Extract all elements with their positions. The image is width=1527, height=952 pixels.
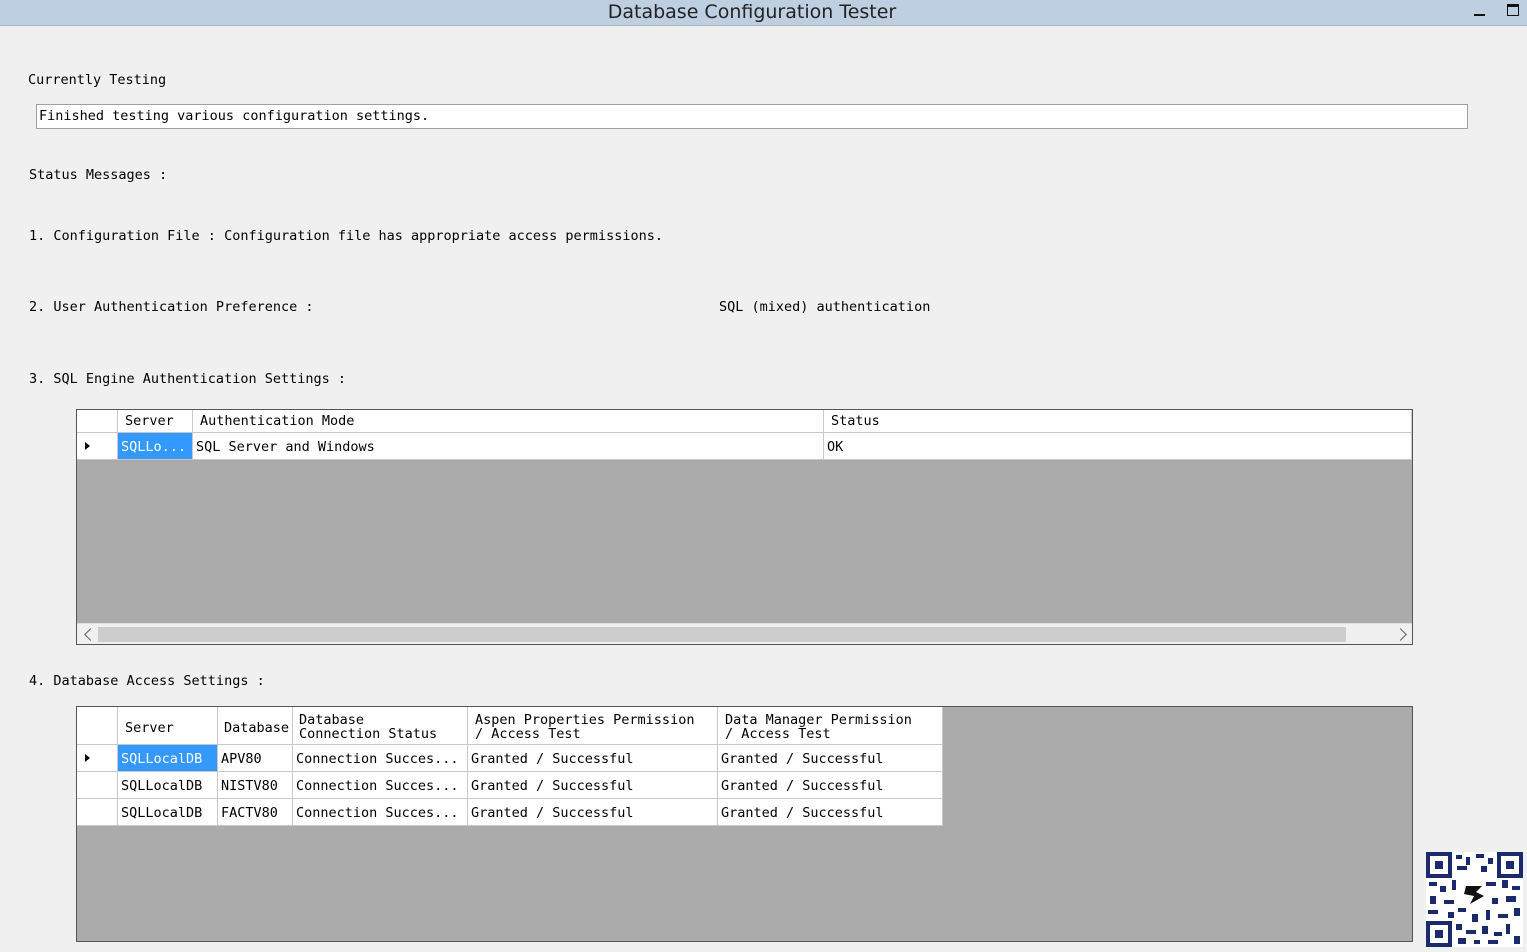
scroll-right-icon[interactable] (1394, 628, 1407, 641)
currently-testing-value: Finished testing various configuration s… (39, 108, 430, 124)
sql-engine-grid[interactable]: Server Authentication Mode Status SQLLo.… (76, 409, 1413, 645)
column-header-authentication-mode[interactable]: Authentication Mode (193, 410, 824, 433)
table-cell-connection-status[interactable]: Connection Succes... (293, 799, 468, 826)
table-cell-aspen-permission[interactable]: Granted / Successful (468, 745, 718, 772)
title-bar[interactable]: Database Configuration Tester (0, 0, 1527, 26)
table-cell-status[interactable]: OK (824, 433, 1412, 460)
table-cell-aspen-permission[interactable]: Granted / Successful (468, 799, 718, 826)
table-cell-database[interactable]: APV80 (218, 745, 293, 772)
current-row-arrow-icon (85, 754, 90, 762)
table-cell-server[interactable]: SQLLocalDB (118, 745, 218, 772)
table-cell-database[interactable]: NISTV80 (218, 772, 293, 799)
scroll-left-icon[interactable] (84, 628, 97, 641)
table-cell-aspen-permission[interactable]: Granted / Successful (468, 772, 718, 799)
grid-corner-header (77, 410, 118, 433)
qr-code-icon (1426, 852, 1523, 947)
db-access-label: 4. Database Access Settings : (29, 673, 265, 689)
row-header[interactable] (77, 772, 118, 799)
table-cell-connection-status[interactable]: Connection Succes... (293, 772, 468, 799)
column-header-server[interactable]: Server (118, 410, 193, 433)
scrollbar-thumb[interactable] (98, 627, 1346, 642)
horizontal-scrollbar[interactable] (77, 623, 1412, 644)
table-cell-data-manager-permission[interactable]: Granted / Successful (718, 745, 943, 772)
row-header[interactable] (77, 433, 118, 460)
minimize-icon (1474, 14, 1485, 16)
db-access-grid[interactable]: Server Database Database Connection Stat… (76, 706, 1413, 942)
sql-engine-auth-label: 3. SQL Engine Authentication Settings : (29, 371, 346, 387)
row-header[interactable] (77, 799, 118, 826)
table-cell-data-manager-permission[interactable]: Granted / Successful (718, 799, 943, 826)
table-cell-data-manager-permission[interactable]: Granted / Successful (718, 772, 943, 799)
row-header[interactable] (77, 745, 118, 772)
column-header-aspen-permission[interactable]: Aspen Properties Permission / Access Tes… (468, 707, 718, 745)
table-cell-database[interactable]: FACTV80 (218, 799, 293, 826)
user-auth-value: SQL (mixed) authentication (719, 299, 931, 315)
table-cell-server[interactable]: SQLLo... (118, 433, 193, 460)
table-cell-server[interactable]: SQLLocalDB (118, 772, 218, 799)
status-messages-label: Status Messages : (29, 167, 168, 183)
column-header-data-manager-permission[interactable]: Data Manager Permission / Access Test (718, 707, 943, 745)
column-header-database[interactable]: Database (218, 707, 293, 745)
window-title: Database Configuration Tester (607, 1, 897, 23)
maximize-icon (1507, 4, 1519, 16)
table-cell-server[interactable]: SQLLocalDB (118, 799, 218, 826)
table-cell-authentication-mode[interactable]: SQL Server and Windows (193, 433, 824, 460)
column-header-connection-status[interactable]: Database Connection Status (293, 707, 468, 745)
user-auth-label: 2. User Authentication Preference : (29, 299, 314, 315)
table-cell-connection-status[interactable]: Connection Succes... (293, 745, 468, 772)
currently-testing-field[interactable]: Finished testing various configuration s… (36, 104, 1468, 129)
column-header-server[interactable]: Server (118, 707, 218, 745)
currently-testing-label: Currently Testing (28, 72, 167, 88)
grid-corner-header (77, 707, 118, 745)
current-row-arrow-icon (85, 442, 90, 450)
config-file-message: 1. Configuration File : Configuration fi… (29, 228, 663, 244)
minimize-button[interactable] (1467, 0, 1493, 24)
column-header-status[interactable]: Status (824, 410, 1412, 433)
maximize-button[interactable] (1500, 0, 1526, 24)
